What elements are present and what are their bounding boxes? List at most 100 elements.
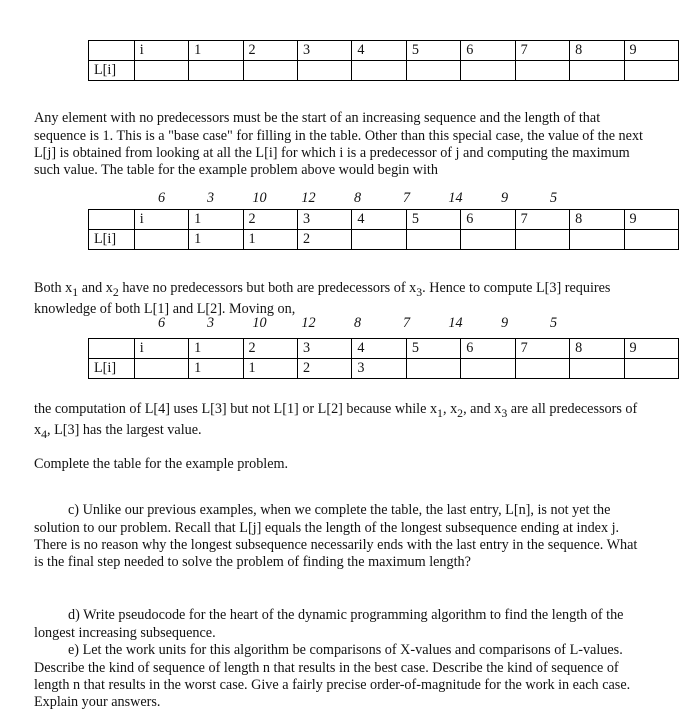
- column-header-9: 9: [623, 338, 679, 359]
- table-row-header: i 1 2 3 4 5 6 7 8 9: [88, 40, 679, 61]
- dp-table-empty: i 1 2 3 4 5 6 7 8 9 L[i]: [88, 40, 679, 81]
- value-cell-8: [569, 60, 625, 81]
- column-header-7: 7: [514, 338, 571, 359]
- table-row-header: i 1 2 3 4 5 6 7 8 9: [88, 338, 679, 359]
- row-label: L[i]: [88, 229, 135, 250]
- column-header-6: 6: [460, 209, 516, 230]
- column-header-9: 9: [623, 40, 679, 61]
- sequence-value-8: 9: [500, 315, 509, 331]
- value-cell-6: [460, 60, 516, 81]
- value-cell-1: 1: [188, 229, 244, 250]
- column-header-1: 1: [188, 338, 244, 359]
- sequence-value-9: 5: [549, 315, 558, 331]
- column-header-2: 2: [242, 40, 298, 61]
- table-row-values: L[i]: [88, 60, 679, 81]
- column-header-1: 1: [188, 209, 244, 230]
- value-cell-3: 2: [296, 358, 353, 379]
- column-header-3: 3: [296, 209, 353, 230]
- value-cell-4: 3: [351, 358, 407, 379]
- value-cell-1: 1: [188, 358, 244, 379]
- p3-text-b: , x: [442, 401, 458, 418]
- column-header-5: 5: [405, 40, 462, 61]
- p2-text-a: Both x: [34, 280, 73, 297]
- p2-text-b: and x: [78, 280, 113, 297]
- paragraph-base-case: Any element with no predecessors must be…: [34, 110, 643, 179]
- sequence-value-5: 8: [353, 315, 362, 331]
- column-header-7: 7: [514, 40, 571, 61]
- part-d-text: d) Write pseudocode for the heart of the…: [34, 607, 624, 641]
- value-cell-5: [405, 60, 462, 81]
- value-cell-1: [188, 60, 244, 81]
- value-cell-9: [623, 60, 679, 81]
- column-header-6: 6: [460, 40, 516, 61]
- column-header-4: 4: [351, 338, 407, 359]
- paragraph-part-c: c) Unlike our previous examples, when we…: [34, 502, 646, 572]
- value-cell-2: 1: [242, 229, 298, 250]
- sequence-row-table2: 6 3 10 12 8 7 14 9 5: [137, 190, 578, 206]
- table-step2: i 1 2 3 4 5 6 7 8 9 L[i] 1 1 2 3: [88, 338, 679, 379]
- value-cell-2: 1: [242, 358, 298, 379]
- dp-table-step2: i 1 2 3 4 5 6 7 8 9 L[i] 1 1 2 3: [88, 338, 679, 379]
- column-header-1: 1: [188, 40, 244, 61]
- p3-text-a: the computation of L[4] uses L[3] but no…: [34, 401, 438, 418]
- p3-text-e: , L[3] has the largest value.: [47, 422, 202, 439]
- column-header-2: 2: [242, 209, 298, 230]
- value-cell-3: [296, 60, 353, 81]
- sequence-value-4: 12: [301, 190, 316, 206]
- value-cell-2: [242, 60, 298, 81]
- index-header-cell: i: [133, 40, 190, 61]
- sequence-value-3: 10: [252, 190, 267, 206]
- table-row-header: i 1 2 3 4 5 6 7 8 9: [88, 209, 679, 230]
- table-row-values: L[i] 1 1 2: [88, 229, 679, 250]
- row-label: L[i]: [88, 358, 135, 379]
- column-header-5: 5: [405, 338, 462, 359]
- sequence-value-3: 10: [252, 315, 267, 331]
- table-step1: i 1 2 3 4 5 6 7 8 9 L[i] 1 1 2: [88, 209, 679, 250]
- sequence-value-1: 6: [157, 190, 166, 206]
- value-cell-4: [351, 60, 407, 81]
- paragraph-part-d: d) Write pseudocode for the heart of the…: [34, 607, 646, 642]
- sequence-value-7: 14: [448, 315, 463, 331]
- sequence-row-table3: 6 3 10 12 8 7 14 9 5: [137, 315, 578, 331]
- column-header-5: 5: [405, 209, 462, 230]
- corner-cell: [88, 338, 135, 359]
- index-header-cell: i: [133, 209, 190, 230]
- value-cell-6: [460, 229, 516, 250]
- value-cell-7: [514, 229, 571, 250]
- value-cell-9: [623, 229, 679, 250]
- table-row-values: L[i] 1 1 2 3: [88, 358, 679, 379]
- index-header-cell: i: [133, 338, 190, 359]
- index-spacer-cell: [133, 60, 190, 81]
- sequence-value-9: 5: [549, 190, 558, 206]
- document-page: i 1 2 3 4 5 6 7 8 9 L[i] Any element wit…: [0, 0, 679, 710]
- value-cell-6: [460, 358, 516, 379]
- value-cell-8: [569, 358, 625, 379]
- value-cell-3: 2: [296, 229, 353, 250]
- column-header-6: 6: [460, 338, 516, 359]
- sequence-value-7: 14: [448, 190, 463, 206]
- corner-cell: [88, 209, 135, 230]
- row-label: L[i]: [88, 60, 135, 81]
- value-cell-7: [514, 358, 571, 379]
- sequence-value-4: 12: [301, 315, 316, 331]
- paragraph-computation-l4: the computation of L[4] uses L[3] but no…: [34, 401, 646, 443]
- sequence-value-6: 7: [402, 315, 411, 331]
- dp-table-step1: i 1 2 3 4 5 6 7 8 9 L[i] 1 1 2: [88, 209, 679, 250]
- paragraph-predecessors: Both x1 and x2 have no predecessors but …: [34, 280, 646, 319]
- sequence-value-2: 3: [206, 315, 215, 331]
- column-header-7: 7: [514, 209, 571, 230]
- p3-text-c: , and x: [463, 401, 502, 418]
- value-cell-7: [514, 60, 571, 81]
- p2-text-c: have no predecessors but both are predec…: [118, 280, 417, 297]
- column-header-3: 3: [296, 338, 353, 359]
- corner-cell: [88, 40, 135, 61]
- sequence-value-1: 6: [157, 315, 166, 331]
- column-header-8: 8: [569, 209, 625, 230]
- column-header-4: 4: [351, 40, 407, 61]
- column-header-8: 8: [569, 40, 625, 61]
- part-c-text: c) Unlike our previous examples, when we…: [34, 502, 638, 571]
- index-spacer-cell: [133, 358, 190, 379]
- sequence-value-8: 9: [500, 190, 509, 206]
- part-e-text: e) Let the work units for this algorithm…: [34, 642, 631, 711]
- value-cell-8: [569, 229, 625, 250]
